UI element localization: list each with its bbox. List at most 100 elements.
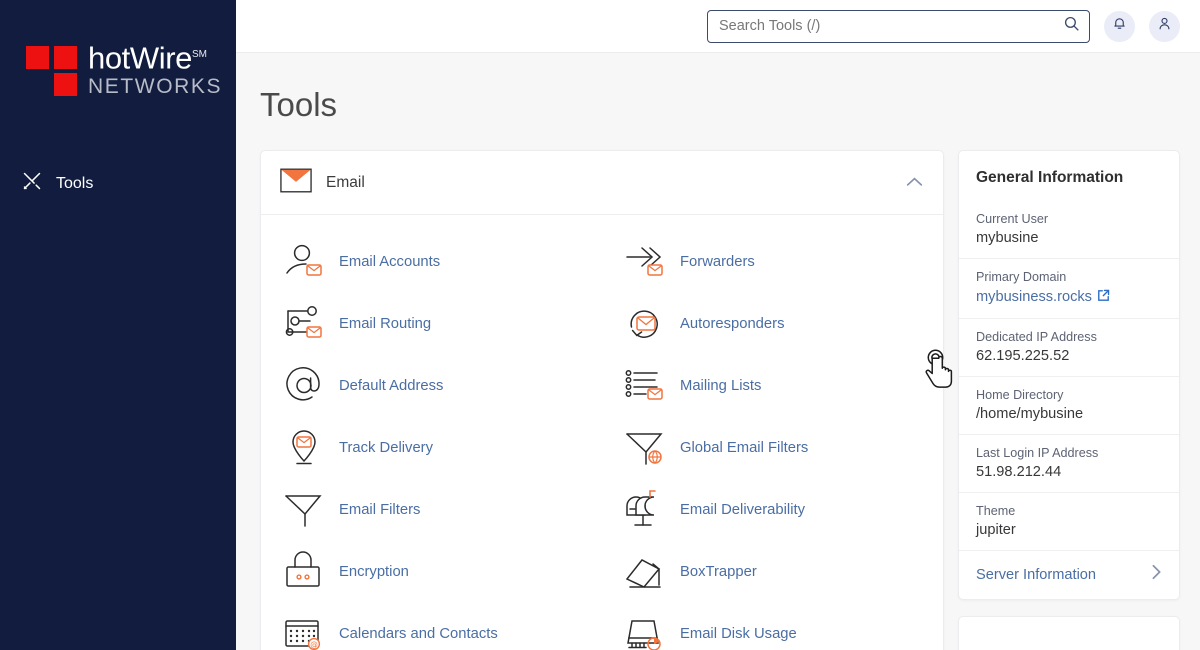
- tool-label: Track Delivery: [339, 440, 433, 456]
- tool-label: Forwarders: [680, 254, 755, 270]
- tools-icon: [22, 171, 42, 196]
- routing-envelope-icon: [283, 303, 327, 345]
- list-envelope-icon: [624, 365, 668, 407]
- info-key: Current User: [976, 212, 1049, 226]
- main-column: Email Email Accounts Forwarders Email Ro…: [260, 150, 944, 650]
- funnel-icon: [283, 489, 327, 531]
- external-link-icon: [1097, 289, 1110, 306]
- map-pin-envelope-icon: [283, 427, 327, 469]
- search-icon[interactable]: [1063, 15, 1080, 37]
- right-pane: Tools Email: [236, 0, 1200, 650]
- general-information-card: General Information Current User mybusin…: [958, 150, 1180, 600]
- info-key: Primary Domain: [976, 270, 1067, 284]
- tool-item-forwarders[interactable]: Forwarders: [602, 231, 943, 293]
- server-information-label: Server Information: [976, 566, 1097, 583]
- email-section-header[interactable]: Email: [261, 151, 943, 215]
- info-row-primary-domain: Primary Domain mybusiness.rocks: [959, 258, 1179, 318]
- tool-item-mailing-lists[interactable]: Mailing Lists: [602, 355, 943, 417]
- funnel-globe-icon: [624, 427, 668, 469]
- sidebar-item-label: Tools: [56, 174, 94, 192]
- top-header: [236, 0, 1200, 53]
- primary-domain-link[interactable]: mybusiness.rocks: [976, 289, 1110, 306]
- box-trap-icon: [624, 551, 668, 593]
- sidebar-item-tools[interactable]: Tools: [0, 161, 236, 206]
- info-value: 51.98.212.44: [976, 464, 1062, 480]
- tool-item-email-routing[interactable]: Email Routing: [261, 293, 602, 355]
- app-root: hotWireSM NETWORKS Tools Search Tools (/…: [0, 0, 1200, 650]
- tool-label: Email Disk Usage: [680, 626, 797, 642]
- tool-item-encryption[interactable]: Encryption: [261, 541, 602, 603]
- logo-name-secondary: NETWORKS: [88, 75, 223, 99]
- info-value: mybusine: [976, 230, 1039, 246]
- info-key: Theme: [976, 504, 1016, 518]
- account-button[interactable]: [1149, 10, 1180, 42]
- tool-label: Email Filters: [339, 502, 421, 518]
- page-content: Email Email Accounts Forwarders Email Ro…: [236, 124, 1200, 650]
- notifications-button[interactable]: [1104, 10, 1135, 42]
- calendar-at-icon: @: [283, 613, 327, 650]
- tool-item-email-accounts[interactable]: Email Accounts: [261, 231, 602, 293]
- info-value: mybusiness.rocks: [976, 289, 1092, 305]
- tool-label: Autoresponders: [680, 316, 785, 332]
- tool-label: Email Accounts: [339, 254, 441, 270]
- envelope-icon: [280, 168, 312, 198]
- tool-label: BoxTrapper: [680, 564, 757, 580]
- info-key: Last Login IP Address: [976, 446, 1099, 460]
- tool-label: Mailing Lists: [680, 378, 762, 394]
- tool-item-calendars-and-contacts[interactable]: @ Calendars and Contacts: [261, 603, 602, 650]
- info-row-current-user: Current User mybusine: [959, 201, 1179, 258]
- left-sidebar: hotWireSM NETWORKS Tools: [0, 0, 236, 650]
- arrows-envelope-icon: [624, 241, 668, 283]
- tool-item-track-delivery[interactable]: Track Delivery: [261, 417, 602, 479]
- general-information-title: General Information: [976, 169, 1124, 186]
- padlock-icon: [283, 551, 327, 593]
- server-information-link[interactable]: Server Information: [959, 550, 1179, 599]
- tool-item-email-deliverability[interactable]: Email Deliverability: [602, 479, 943, 541]
- tool-label: Calendars and Contacts: [339, 626, 498, 642]
- tool-label: Email Routing: [339, 316, 432, 332]
- mailbox-icon: [624, 489, 668, 531]
- tool-item-autoresponders[interactable]: Autoresponders: [602, 293, 943, 355]
- tool-item-email-disk-usage[interactable]: Email Disk Usage: [602, 603, 943, 650]
- email-section-card: Email Email Accounts Forwarders Email Ro…: [260, 150, 944, 650]
- tool-label: Encryption: [339, 564, 409, 580]
- info-key: Dedicated IP Address: [976, 330, 1097, 344]
- chevron-up-icon[interactable]: [906, 174, 923, 192]
- search-input[interactable]: [719, 18, 1063, 34]
- logo-text: hotWireSM NETWORKS: [88, 40, 222, 99]
- logo-sm-mark: SM: [192, 49, 208, 60]
- page-title: Tools: [260, 86, 338, 123]
- tool-label: Global Email Filters: [680, 440, 809, 456]
- user-icon: [1157, 16, 1172, 36]
- brand-logo[interactable]: hotWireSM NETWORKS: [0, 0, 236, 99]
- tool-item-boxtrapper[interactable]: BoxTrapper: [602, 541, 943, 603]
- at-circle-icon: [283, 365, 327, 407]
- info-row-theme: Theme jupiter: [959, 492, 1179, 550]
- info-value: 62.195.225.52: [976, 348, 1070, 364]
- svg-text:@: @: [310, 640, 318, 649]
- bell-icon: [1112, 16, 1127, 36]
- general-information-column: General Information Current User mybusin…: [958, 150, 1180, 650]
- tool-item-global-email-filters[interactable]: Global Email Filters: [602, 417, 943, 479]
- user-envelope-icon: [283, 241, 327, 283]
- tool-label: Default Address: [339, 378, 444, 394]
- secondary-card-placeholder: [958, 616, 1180, 650]
- search-box[interactable]: [707, 9, 1090, 43]
- email-tools-grid: Email Accounts Forwarders Email Routing …: [261, 215, 943, 650]
- tool-item-default-address[interactable]: Default Address: [261, 355, 602, 417]
- info-row-dedicated-ip: Dedicated IP Address 62.195.225.52: [959, 318, 1179, 376]
- info-key: Home Directory: [976, 388, 1064, 402]
- logo-name-primary: hotWireSM: [88, 40, 207, 73]
- tool-item-email-filters[interactable]: Email Filters: [261, 479, 602, 541]
- chevron-right-icon: [1151, 564, 1162, 585]
- logo-squares-icon: [26, 46, 82, 98]
- info-value: /home/mybusine: [976, 406, 1084, 422]
- disk-pie-icon: [624, 613, 668, 650]
- page-scroll-area[interactable]: Tools Email Email Accounts Forwarders Em…: [236, 53, 1200, 650]
- info-value: jupiter: [976, 522, 1016, 538]
- email-section-title: Email: [326, 173, 365, 191]
- info-row-home-directory: Home Directory /home/mybusine: [959, 376, 1179, 434]
- circular-arrow-envelope-icon: [624, 303, 668, 345]
- logo-name-text: hotWire: [88, 40, 193, 76]
- info-row-last-login-ip: Last Login IP Address 51.98.212.44: [959, 434, 1179, 492]
